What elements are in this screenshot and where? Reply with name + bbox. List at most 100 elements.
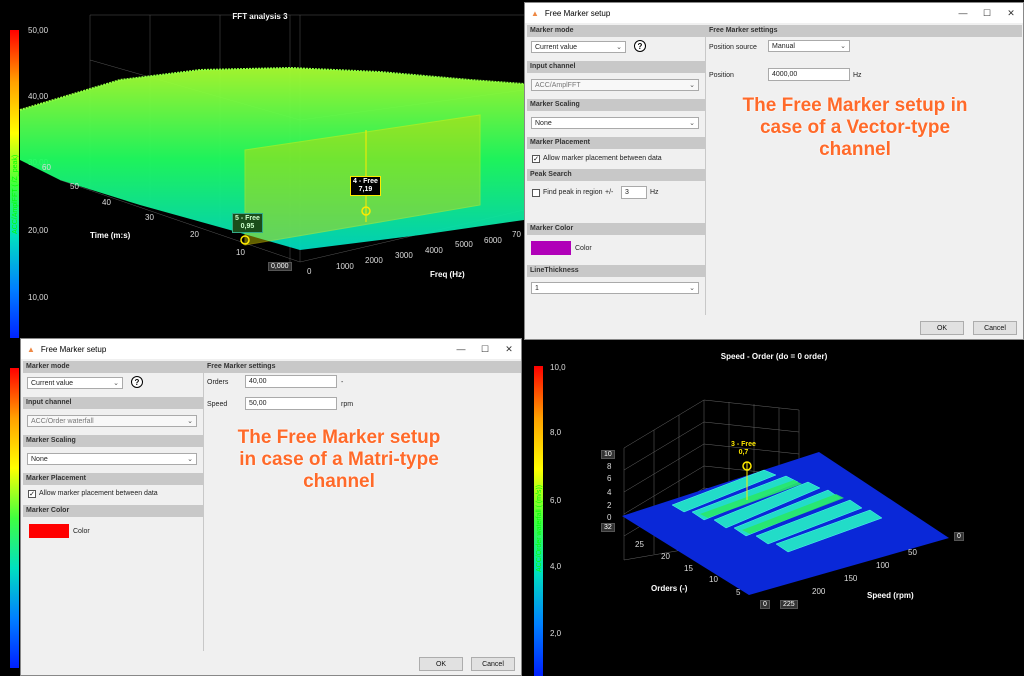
line-thickness-value: 1 (535, 285, 539, 292)
fft-freq-tick: 1000 (336, 262, 354, 271)
help-icon[interactable]: ? (131, 376, 143, 388)
order-speed-tick: 0 (954, 532, 964, 541)
peak-search-header: Peak Search (527, 169, 705, 181)
fft-freq-tick: 6000 (484, 236, 502, 245)
vector-dialog-titlebar[interactable]: ▲ Free Marker setup — ☐ ✕ (525, 3, 1023, 23)
order-speed-tick: 150 (844, 574, 858, 583)
orders-label: Orders (207, 379, 229, 386)
order-speed-tick: 50 (908, 548, 917, 557)
free-marker-settings-header: Free Marker settings (204, 361, 521, 373)
input-channel-select[interactable]: ACC/AmplFFT ⌄ (531, 79, 699, 91)
orders-unit: - (341, 379, 344, 386)
input-channel-select[interactable]: ACC/Order waterfall ⌄ (27, 415, 197, 427)
fft-marker-4-value: 7,19 (358, 186, 373, 193)
peak-range-unit: Hz (650, 189, 659, 196)
minimize-button[interactable]: — (449, 344, 473, 354)
line-thickness-header: LineThickness (527, 265, 705, 277)
order-plot-panel[interactable]: Speed - Order (do = 0 order) 10,0 8,0 6,… (524, 340, 1024, 676)
peak-range-input[interactable]: 3 (621, 186, 647, 199)
order-z-tick: 6 (607, 474, 612, 483)
marker-scaling-select[interactable]: None ⌄ (531, 117, 699, 129)
matrix-overlay-line-3: channel (303, 471, 375, 492)
marker-mode-value: Current value (31, 380, 74, 387)
fft-marker-5-value: 0,95 (240, 223, 255, 230)
speed-label: Speed (207, 401, 228, 408)
allow-placement-checkbox[interactable]: ✓ (28, 490, 36, 498)
marker-scaling-value: None (31, 456, 48, 463)
order-marker-3-value: 0,7 (738, 449, 749, 456)
vector-overlay-line-1: The Free Marker setup in (742, 95, 968, 116)
fft-freq-tick: 2000 (365, 256, 383, 265)
maximize-button[interactable]: ☐ (473, 344, 497, 355)
chevron-down-icon: ⌄ (113, 380, 119, 387)
marker-scaling-select[interactable]: None ⌄ (27, 453, 197, 465)
fft-marker-5[interactable]: 5 - Free 0,95 (232, 213, 263, 233)
fft-marker-5-name: 5 - Free (235, 215, 260, 222)
order-orders-tick: 15 (684, 564, 693, 573)
marker-color-swatch[interactable] (29, 524, 69, 538)
help-icon[interactable]: ? (634, 40, 646, 52)
close-button[interactable]: ✕ (999, 8, 1023, 19)
fft-time-tick: 60 (42, 163, 51, 172)
line-thickness-select[interactable]: 1 ⌄ (531, 282, 699, 294)
find-peak-checkbox[interactable] (532, 189, 540, 197)
marker-mode-value: Current value (535, 44, 578, 51)
matrix-overlay-line-2: in case of a Matri-type (239, 449, 439, 470)
fft-time-tick: 20 (190, 230, 199, 239)
app-logo-icon: ▲ (27, 344, 35, 354)
order-orders-tick: 20 (661, 552, 670, 561)
order-marker-3[interactable]: 3 - Free 0,7 (729, 440, 758, 458)
maximize-button[interactable]: ☐ (975, 8, 999, 19)
marker-color-label: Color (73, 528, 90, 535)
order-z-tick: 2 (607, 501, 612, 510)
fft-plot-panel[interactable]: FFT analysis 3 50,00 40,00 30,00 20,00 1… (0, 0, 524, 340)
chevron-down-icon: ⌄ (187, 456, 193, 463)
allow-placement-label: Allow marker placement between data (543, 155, 662, 162)
close-button[interactable]: ✕ (497, 344, 521, 355)
order-speed-tick: 225 (780, 600, 798, 609)
matrix-overlay-line-1: The Free Marker setup (237, 427, 441, 448)
order-speed-axis-label: Speed (rpm) (867, 591, 914, 600)
matrix-dialog-titlebar[interactable]: ▲ Free Marker setup — ☐ ✕ (21, 339, 521, 359)
vector-overlay-line-3: channel (819, 139, 891, 160)
ok-button[interactable]: OK (419, 657, 463, 671)
chevron-down-icon: ⌄ (689, 120, 695, 127)
fft-marker-4-name: 4 - Free (353, 178, 378, 185)
marker-mode-select[interactable]: Current value ⌄ (531, 41, 626, 53)
input-channel-header: Input channel (527, 61, 705, 73)
cancel-button[interactable]: Cancel (973, 321, 1017, 335)
marker-color-swatch[interactable] (531, 241, 571, 255)
order-orders-tick: 10 (709, 575, 718, 584)
minimize-button[interactable]: — (951, 8, 975, 18)
orders-input[interactable]: 40,00 (245, 375, 337, 388)
position-source-select[interactable]: Manual ⌄ (768, 40, 850, 52)
marker-placement-header: Marker Placement (23, 473, 203, 485)
vector-overlay-line-2: case of a Vector-type (759, 117, 951, 138)
order-orders-tick: 5 (736, 588, 741, 597)
ok-button[interactable]: OK (920, 321, 964, 335)
input-channel-value: ACC/Order waterfall (31, 418, 94, 425)
fft-freq-tick: 70 (512, 230, 521, 239)
fft-freq-tick: 5000 (455, 240, 473, 249)
fft-time-tick: 10 (236, 248, 245, 257)
fft-freq-tick: 3000 (395, 251, 413, 260)
speed-input[interactable]: 50,00 (245, 397, 337, 410)
position-input[interactable]: 4000,00 (768, 68, 850, 81)
input-channel-value: ACC/AmplFFT (535, 82, 581, 89)
marker-mode-select[interactable]: Current value ⌄ (27, 377, 123, 389)
cancel-button[interactable]: Cancel (471, 657, 515, 671)
order-orders-axis-label: Orders (-) (651, 584, 688, 593)
fft-freq-tick: 0 (307, 267, 312, 276)
order-speed-tick: 100 (876, 561, 890, 570)
allow-placement-checkbox[interactable]: ✓ (532, 155, 540, 163)
matrix-colorbar (10, 368, 19, 668)
fft-marker-4[interactable]: 4 - Free 7,19 (350, 176, 381, 196)
matrix-overlay-caption: The Free Marker setup in case of a Matri… (199, 427, 479, 493)
allow-placement-label: Allow marker placement between data (39, 490, 158, 497)
chevron-down-icon: ⌄ (689, 82, 695, 89)
position-source-value: Manual (772, 43, 795, 50)
position-unit: Hz (853, 72, 862, 79)
order-orders-tick: 32 (601, 523, 615, 532)
marker-mode-header: Marker mode (23, 361, 203, 373)
vector-dialog-title: Free Marker setup (544, 8, 611, 18)
